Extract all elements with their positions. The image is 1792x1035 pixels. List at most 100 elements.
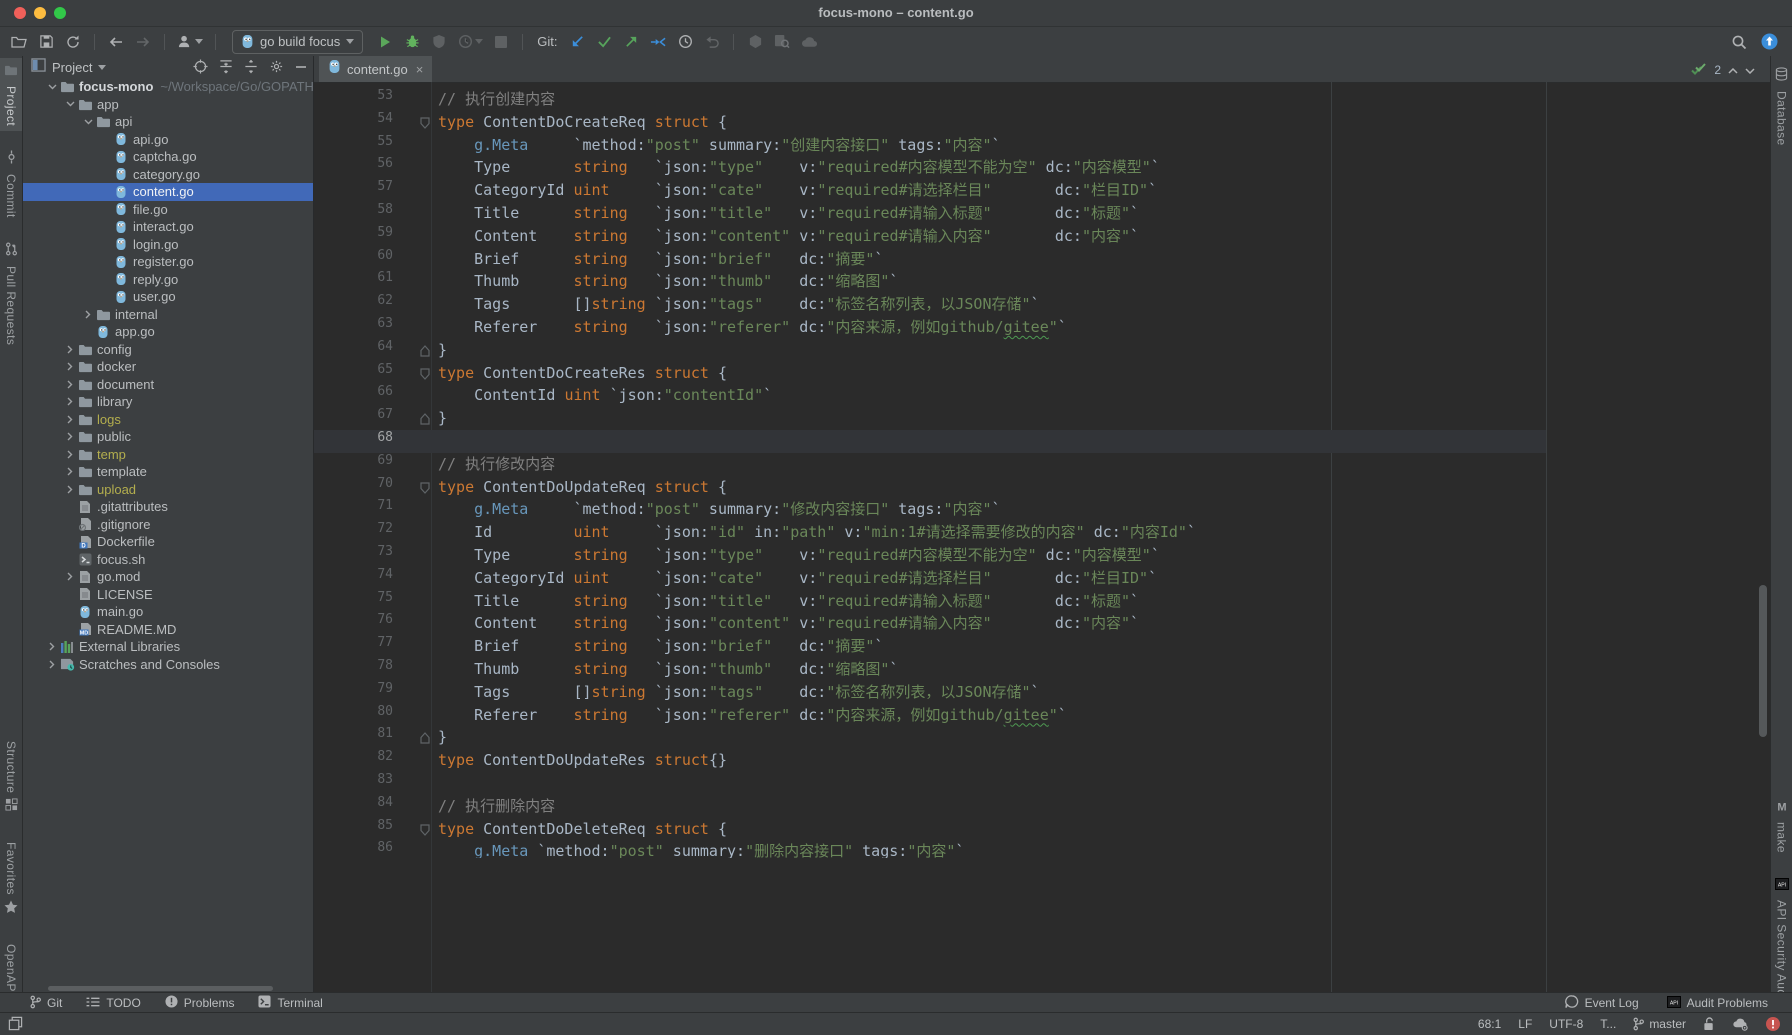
tree-item-docker[interactable]: docker	[23, 358, 313, 376]
tree-item-register.go[interactable]: register.go	[23, 253, 313, 271]
fold-marker-start-icon[interactable]	[420, 116, 430, 134]
code-line-55[interactable]: 55 g.Meta `method:"post" summary:"创建内容接口…	[314, 134, 1546, 157]
cloud-icon[interactable]	[800, 33, 818, 51]
collapse-all-icon[interactable]	[244, 59, 258, 79]
tree-item-user.go[interactable]: user.go	[23, 288, 313, 306]
line-number[interactable]: 71	[314, 498, 393, 521]
tree-item-api.go[interactable]: api.go	[23, 131, 313, 149]
coverage-icon[interactable]	[430, 33, 448, 51]
line-number[interactable]: 67	[314, 407, 393, 430]
cloud-settings-icon[interactable]	[1732, 1018, 1749, 1031]
line-number[interactable]: 53	[314, 88, 393, 111]
tree-item-upload[interactable]: upload	[23, 481, 313, 499]
bottom-bar-terminal[interactable]: Terminal	[258, 995, 322, 1011]
git-push-icon[interactable]	[622, 33, 640, 51]
tree-chevron-closed-icon[interactable]	[65, 344, 75, 354]
tree-item-category.go[interactable]: category.go	[23, 166, 313, 184]
tree-item-temp[interactable]: temp	[23, 446, 313, 464]
code-line-56[interactable]: 56 Type string `json:"type" v:"required#…	[314, 156, 1546, 179]
git-update-icon[interactable]	[568, 33, 586, 51]
fold-marker-start-icon[interactable]	[420, 367, 430, 385]
panel-settings-gear-icon[interactable]	[269, 59, 284, 79]
code-line-69[interactable]: 69// 执行修改内容	[314, 453, 1546, 476]
fold-marker-end-icon[interactable]	[420, 412, 430, 430]
tool-tab-project[interactable]: Project	[0, 58, 22, 131]
tab-content-go[interactable]: content.go ×	[319, 56, 432, 82]
code-line-67[interactable]: 67}	[314, 407, 1546, 430]
code-line-61[interactable]: 61 Thumb string `json:"thumb" dc:"缩略图"`	[314, 270, 1546, 293]
tree-item-file.go[interactable]: file.go	[23, 201, 313, 219]
code-line-70[interactable]: 70type ContentDoUpdateReq struct {	[314, 476, 1546, 499]
tree-chevron-open-icon[interactable]	[47, 82, 57, 92]
find-usages-icon[interactable]	[773, 33, 791, 51]
line-number[interactable]: 64	[314, 339, 393, 362]
tree-chevron-closed-icon[interactable]	[65, 362, 75, 372]
tree-item-public[interactable]: public	[23, 428, 313, 446]
fold-marker-start-icon[interactable]	[420, 481, 430, 499]
tree-item-focus.sh[interactable]: focus.sh	[23, 551, 313, 569]
git-commit-icon[interactable]	[595, 33, 613, 51]
line-number[interactable]: 69	[314, 453, 393, 476]
unlock-icon[interactable]	[1703, 1017, 1715, 1031]
line-number[interactable]: 56	[314, 156, 393, 179]
rollback-icon[interactable]	[703, 33, 721, 51]
fold-marker-end-icon[interactable]	[420, 731, 430, 749]
tree-item-.gitignore[interactable]: .gitignore	[23, 516, 313, 534]
search-everywhere-icon[interactable]	[1730, 33, 1748, 51]
tree-chevron-closed-icon[interactable]	[47, 659, 57, 669]
code-line-82[interactable]: 82type ContentDoUpdateRes struct{}	[314, 749, 1546, 772]
user-dropdown-icon[interactable]	[177, 33, 203, 51]
line-number[interactable]: 57	[314, 179, 393, 202]
git-merge-icon[interactable]	[649, 33, 667, 51]
line-number[interactable]: 74	[314, 567, 393, 590]
line-number[interactable]: 70	[314, 476, 393, 499]
bottom-bar-todo[interactable]: TODO	[86, 996, 140, 1011]
line-number[interactable]: 62	[314, 293, 393, 316]
hide-panel-icon[interactable]	[295, 60, 307, 78]
tree-item-captcha.go[interactable]: captcha.go	[23, 148, 313, 166]
tree-item-scratches-and-consoles[interactable]: Scratches and Consoles	[23, 656, 313, 674]
tree-chevron-closed-icon[interactable]	[65, 379, 75, 389]
tree-item-readme.md[interactable]: MDREADME.MD	[23, 621, 313, 639]
tree-item-main.go[interactable]: main.go	[23, 603, 313, 621]
code-line-71[interactable]: 71 g.Meta `method:"post" summary:"修改内容接口…	[314, 498, 1546, 521]
line-number[interactable]: 81	[314, 726, 393, 749]
code-line-60[interactable]: 60 Brief string `json:"brief" dc:"摘要"`	[314, 248, 1546, 271]
line-number[interactable]: 76	[314, 612, 393, 635]
tree-chevron-closed-icon[interactable]	[65, 432, 75, 442]
tree-chevron-closed-icon[interactable]	[65, 414, 75, 424]
expand-all-icon[interactable]	[219, 59, 233, 79]
tree-item-interact.go[interactable]: interact.go	[23, 218, 313, 236]
code-line-63[interactable]: 63 Referer string `json:"referer" dc:"内容…	[314, 316, 1546, 339]
tree-item-focus-mono[interactable]: focus-mono~/Workspace/Go/GOPATH/src/gith…	[23, 78, 313, 96]
code-line-66[interactable]: 66 ContentId uint `json:"contentId"`	[314, 384, 1546, 407]
stop-icon[interactable]	[492, 33, 510, 51]
git-branch-widget[interactable]: master	[1633, 1017, 1686, 1031]
bottom-bar-event-log[interactable]: Event Log	[1565, 995, 1639, 1012]
save-icon[interactable]	[37, 33, 55, 51]
tree-chevron-open-icon[interactable]	[65, 99, 75, 109]
code-line-68[interactable]: 68	[314, 430, 1546, 453]
project-view-dropdown-icon[interactable]	[98, 65, 106, 70]
line-number[interactable]: 65	[314, 362, 393, 385]
line-number[interactable]: 85	[314, 818, 393, 841]
line-number[interactable]: 86	[314, 840, 393, 858]
tree-item-config[interactable]: config	[23, 341, 313, 359]
code-line-58[interactable]: 58 Title string `json:"title" v:"require…	[314, 202, 1546, 225]
project-panel-title[interactable]: Project	[52, 60, 92, 75]
tree-chevron-closed-icon[interactable]	[65, 467, 75, 477]
code-line-65[interactable]: 65type ContentDoCreateRes struct {	[314, 362, 1546, 385]
code-line-80[interactable]: 80 Referer string `json:"referer" dc:"内容…	[314, 704, 1546, 727]
line-number[interactable]: 78	[314, 658, 393, 681]
line-number[interactable]: 79	[314, 681, 393, 704]
editor-viewport[interactable]: 5253// 执行创建内容54type ContentDoCreateReq s…	[314, 82, 1771, 993]
caret-position[interactable]: 68:1	[1478, 1017, 1501, 1031]
locate-file-icon[interactable]	[193, 59, 208, 79]
tree-chevron-closed-icon[interactable]	[65, 397, 75, 407]
tree-chevron-closed-icon[interactable]	[65, 484, 75, 494]
code-line-79[interactable]: 79 Tags []string `json:"tags" dc:"标签名称列表…	[314, 681, 1546, 704]
code-line-78[interactable]: 78 Thumb string `json:"thumb" dc:"缩略图"`	[314, 658, 1546, 681]
line-number[interactable]: 84	[314, 795, 393, 818]
code-line-86[interactable]: 86 g.Meta `method:"post" summary:"删除内容接口…	[314, 840, 1546, 858]
tree-item-document[interactable]: document	[23, 376, 313, 394]
